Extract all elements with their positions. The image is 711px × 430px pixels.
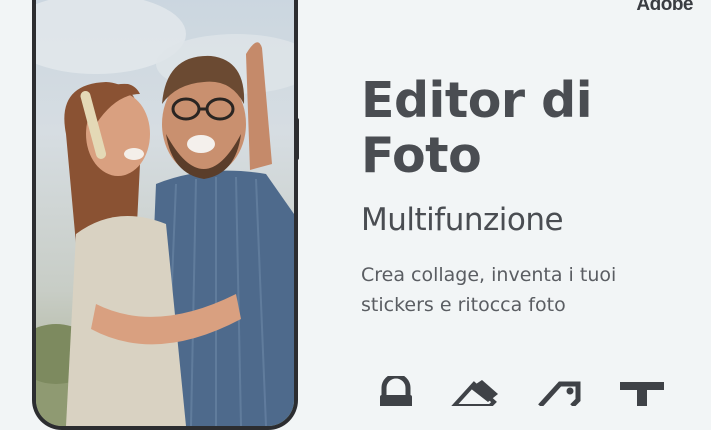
phone-screen	[36, 0, 294, 426]
phone-mockup	[32, 0, 298, 430]
feature-icons	[370, 376, 690, 406]
description: Crea collage, inventa i tuoi stickers e …	[361, 260, 651, 320]
phone-side-button	[296, 118, 299, 160]
page-title: Editor di Foto	[361, 72, 593, 184]
couple-photo	[36, 0, 294, 426]
description-line-1: Crea collage, inventa i tuoi	[361, 264, 617, 286]
title-line-1: Editor di	[361, 72, 593, 129]
tag-icon	[538, 381, 581, 406]
lock-icon	[380, 376, 412, 406]
text-icon	[620, 382, 664, 406]
eraser-icon	[451, 380, 498, 406]
description-line-2: stickers e ritocca foto	[361, 294, 566, 316]
subtitle: Multifunzione	[361, 202, 564, 238]
title-line-2: Foto	[361, 127, 482, 184]
adobe-logo: Adobe	[636, 0, 693, 15]
